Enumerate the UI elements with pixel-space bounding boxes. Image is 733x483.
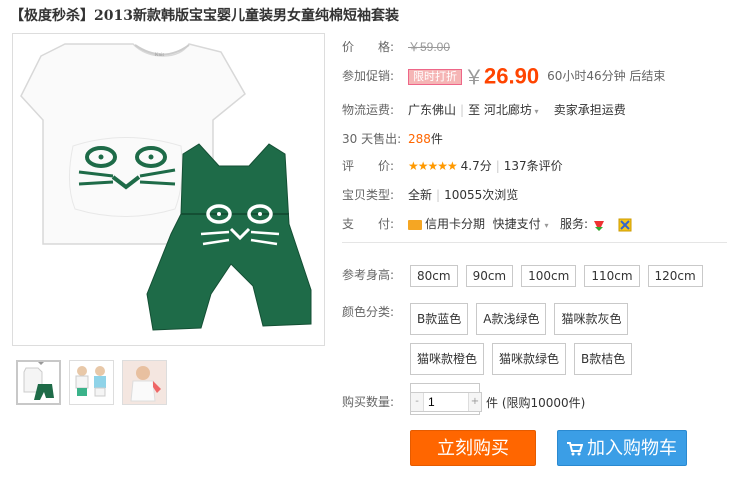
price-label: 价 格: — [342, 40, 395, 54]
size-option[interactable]: 120cm — [647, 265, 703, 287]
rating-row: 评 价: ★★★★★ 4.7分 | 137条评价 — [342, 156, 563, 176]
buy-now-button[interactable]: 立刻购买 — [410, 430, 536, 466]
quantity-note: 件 (限购10000件) — [486, 395, 586, 410]
shipping-row: 物流运费: 广东佛山 | 至 河北廊坊 ▾ 卖家承担运费 — [342, 100, 626, 120]
quick-pay[interactable]: 快捷支付 — [493, 217, 541, 231]
thumbnail-image — [23, 367, 54, 400]
service-label: 服务: — [559, 217, 589, 231]
thumbnail-1[interactable] — [16, 360, 61, 405]
quantity-label: 购买数量: — [342, 395, 395, 409]
credit-installment[interactable]: 信用卡分期 — [425, 217, 485, 231]
countdown-text: 60小时46分钟 后结束 — [547, 69, 666, 83]
quantity-stepper: - + — [410, 392, 482, 412]
size-options: 80cm 90cm 100cm 110cm 120cm — [410, 265, 730, 287]
add-to-cart-label: 加入购物车 — [587, 438, 677, 459]
promo-tag: 限时打折 — [408, 68, 462, 85]
guarantee-icon[interactable] — [618, 218, 632, 232]
size-option[interactable]: 90cm — [465, 265, 514, 287]
promo-price: 26.90 — [484, 63, 540, 89]
chevron-down-icon[interactable]: ▾ — [532, 107, 538, 116]
chevron-down-icon[interactable]: ▾ — [545, 221, 549, 230]
product-illustration: Knit — [20, 43, 312, 331]
promo-label: 参加促销: — [342, 69, 395, 83]
thumbnail-3[interactable] — [122, 360, 167, 405]
increment-button[interactable]: + — [469, 393, 481, 411]
view-count: 10055次浏览 — [444, 188, 519, 202]
seven-day-return-icon[interactable] — [592, 218, 606, 232]
thumbnail-strip — [16, 360, 167, 405]
ship-from: 广东佛山 — [408, 103, 457, 117]
product-title: 【极度秒杀】2013新款韩版宝宝婴儿童装男女童纯棉短袖套装 — [10, 8, 399, 24]
star-rating-icon: ★★★★★ — [408, 159, 458, 173]
color-label: 颜色分类: — [342, 305, 395, 319]
reviews-link[interactable]: 137条评价 — [504, 159, 563, 173]
currency-symbol: ￥ — [464, 64, 484, 89]
sales-row: 30 天售出: 288件 — [342, 129, 443, 149]
ship-sep: | — [460, 103, 465, 117]
color-option[interactable]: B款蓝色 — [410, 303, 469, 335]
payment-label: 支 付: — [342, 217, 395, 231]
ship-to-select[interactable]: 河北廊坊 — [484, 103, 532, 117]
quantity-control: - + 件 (限购10000件) — [410, 392, 585, 412]
size-option[interactable]: 110cm — [584, 265, 640, 287]
thumbnail-image — [123, 361, 166, 404]
size-option[interactable]: 80cm — [410, 265, 458, 287]
type-label: 宝贝类型: — [342, 188, 395, 202]
sales-unit: 件 — [430, 132, 443, 146]
add-to-cart-button[interactable]: 加入购物车 — [557, 430, 687, 466]
color-option[interactable]: 猫咪款灰色 — [554, 303, 629, 335]
color-option[interactable]: 猫咪款橙色 — [410, 343, 485, 375]
cart-icon — [567, 442, 583, 456]
original-price: ￥59.00 — [408, 40, 451, 54]
credit-card-icon — [408, 219, 422, 230]
shipping-note: 卖家承担运费 — [553, 103, 626, 117]
quantity-label-row: 购买数量: — [342, 392, 408, 412]
quantity-input[interactable] — [423, 393, 469, 411]
size-option[interactable]: 100cm — [521, 265, 577, 287]
thumbnail-2[interactable] — [69, 360, 114, 405]
color-option[interactable]: 猫咪款绿色 — [492, 343, 567, 375]
product-main-image[interactable]: Knit — [12, 33, 325, 346]
type-sep: | — [436, 188, 441, 202]
size-label-row: 参考身高: — [342, 265, 408, 285]
payment-row: 支 付: 信用卡分期 快捷支付 ▾ 服务: — [342, 214, 632, 234]
divider — [342, 242, 727, 243]
color-option[interactable]: A款浅绿色 — [476, 303, 547, 335]
type-row: 宝贝类型: 全新 | 10055次浏览 — [342, 185, 518, 205]
decrement-button[interactable]: - — [411, 393, 423, 411]
promo-row: 参加促销: 限时打折 ￥26.90 60小时46分钟 后结束 — [342, 62, 665, 90]
thumbnail-image — [75, 366, 106, 397]
shipping-label: 物流运费: — [342, 103, 395, 117]
size-label: 参考身高: — [342, 268, 395, 282]
rating-label: 评 价: — [342, 159, 395, 173]
color-option[interactable]: B款桔色 — [574, 343, 633, 375]
sales-count: 288 — [408, 132, 431, 146]
rating-sep: | — [495, 159, 500, 173]
rating-score: 4.7分 — [460, 159, 492, 173]
ship-to-prefix: 至 — [468, 103, 481, 117]
item-condition: 全新 — [408, 188, 433, 202]
price-row: 价 格: ￥59.00 — [342, 37, 450, 57]
sales-label: 30 天售出: — [342, 132, 402, 146]
svg-text:Knit: Knit — [155, 53, 165, 58]
color-label-row: 颜色分类: — [342, 302, 408, 322]
